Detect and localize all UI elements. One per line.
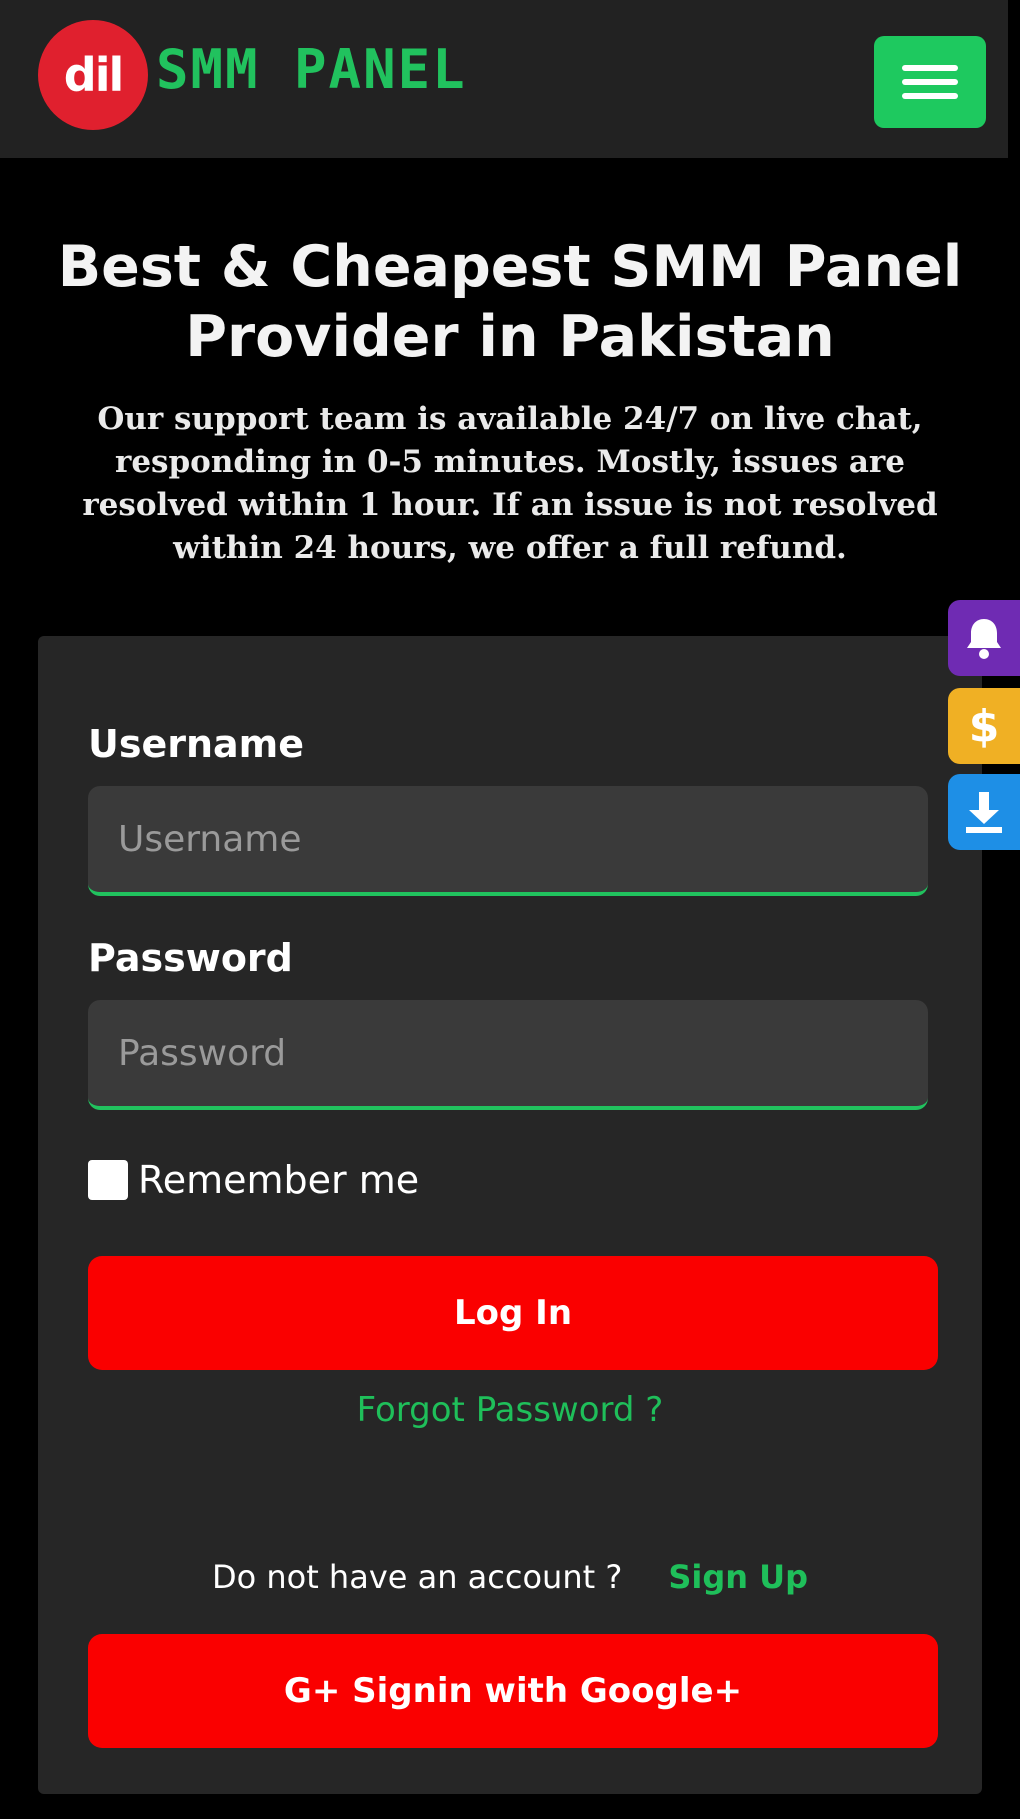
logo-badge-text: dil: [63, 48, 124, 102]
no-account-text: Do not have an account ?: [211, 1558, 623, 1596]
logo-badge[interactable]: dil: [38, 20, 148, 130]
remember-me-row: Remember me: [88, 1158, 419, 1202]
download-icon: [966, 792, 1002, 833]
notifications-tab[interactable]: [948, 600, 1020, 676]
login-button[interactable]: Log In: [88, 1256, 938, 1370]
dollar-icon: $: [968, 700, 1000, 752]
signup-row: Do not have an account ? Sign Up: [38, 1558, 982, 1596]
username-label: Username: [88, 722, 305, 766]
remember-me-label: Remember me: [138, 1158, 420, 1202]
username-input[interactable]: [88, 786, 928, 896]
logo-text[interactable]: SMM PANEL: [156, 40, 467, 100]
hero-title: Best & Cheapest SMM Panel Provider in Pa…: [57, 234, 963, 370]
forgot-password-link[interactable]: Forgot Password ?: [38, 1390, 982, 1430]
password-label: Password: [88, 936, 293, 980]
hamburger-icon: [902, 57, 958, 107]
add-funds-tab[interactable]: $: [948, 688, 1020, 764]
google-signin-button[interactable]: G+ Signin with Google+: [88, 1634, 938, 1748]
top-navbar: dil SMM PANEL: [0, 0, 1008, 158]
download-tab[interactable]: [948, 774, 1020, 850]
bell-icon: [967, 619, 1001, 659]
password-input[interactable]: [88, 1000, 928, 1110]
login-card: Username Password Remember me Log In For…: [38, 636, 982, 1794]
remember-me-checkbox[interactable]: [88, 1160, 128, 1200]
hero-subtitle: Our support team is available 24/7 on li…: [82, 401, 938, 566]
signup-link[interactable]: Sign Up: [668, 1558, 808, 1596]
menu-toggle-button[interactable]: [874, 36, 986, 128]
